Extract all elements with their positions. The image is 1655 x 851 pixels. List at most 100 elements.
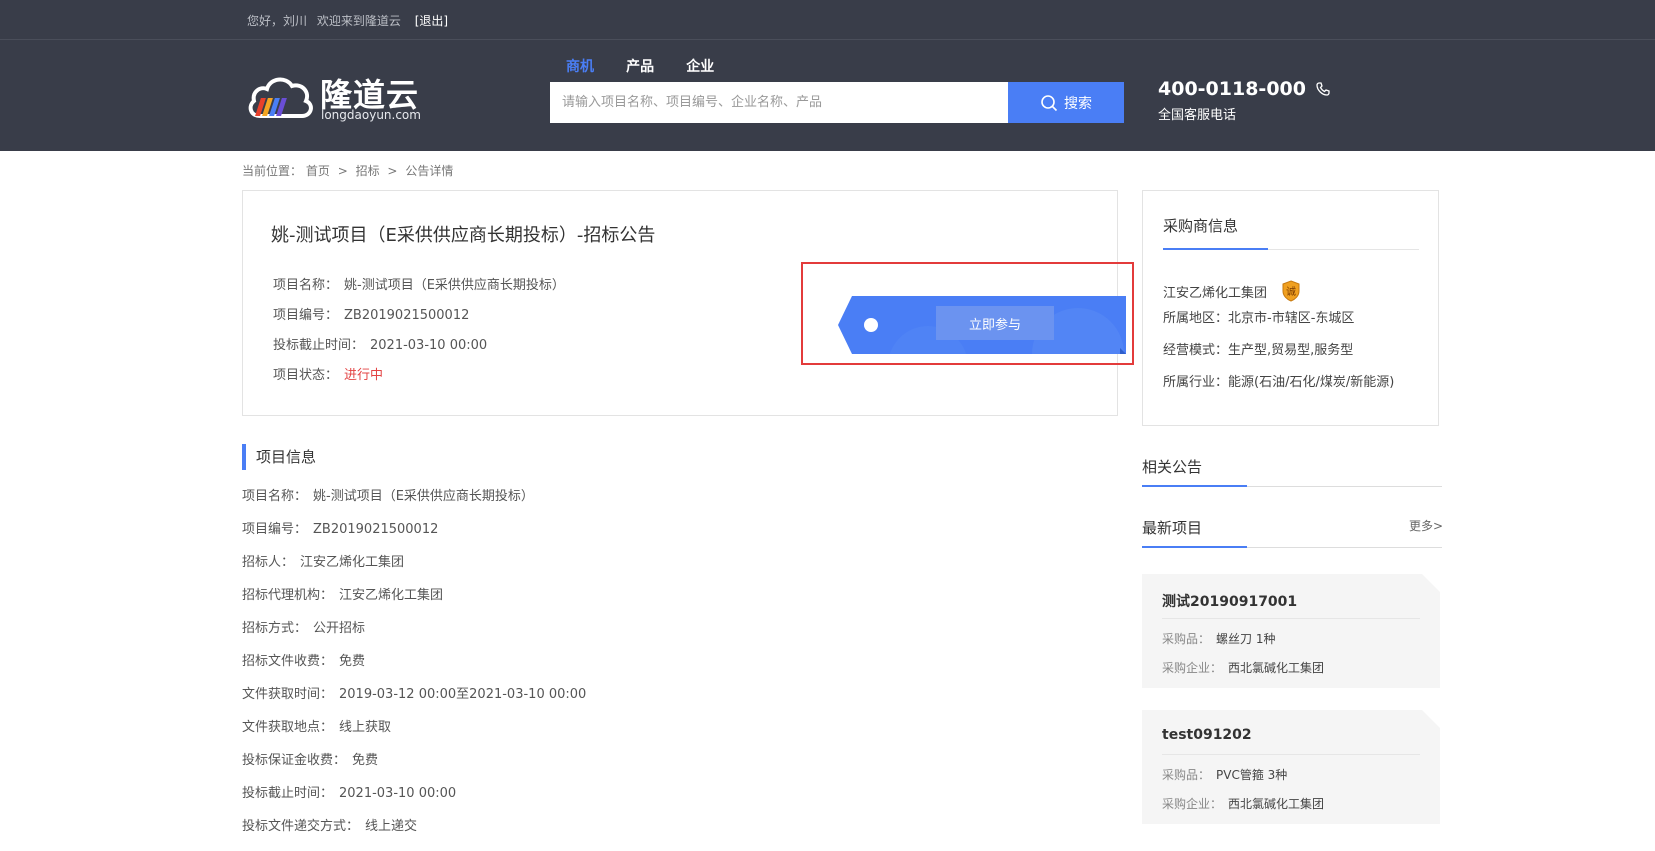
info-row: 投标截止时间： 2021-03-10 00:00 (242, 782, 586, 815)
info-value: ZB2019021500012 (313, 522, 439, 537)
cloud-logo-icon (248, 77, 313, 118)
info-value: 线上获取 (339, 720, 392, 735)
buyer-info-card: 采购商信息 江安乙烯化工集团 诚 所属地区：北京市-市辖区-东城区 经营模式：生… (1142, 190, 1439, 426)
main-nav: 商机 产品 企业 (566, 56, 742, 76)
buyer-value: 能源(石油/石化/煤炭/新能源) (1228, 375, 1395, 390)
project-item-row: 采购品： 螺丝刀 1种 (1162, 630, 1275, 647)
search-icon (1041, 94, 1058, 111)
info-value: 免费 (352, 753, 379, 768)
page-fold-corner (1422, 574, 1440, 592)
status-value: 进行中 (344, 368, 384, 383)
summary-row: 项目名称： 姚-测试项目（E采供供应商长期投标） (273, 279, 565, 309)
info-label: 文件获取地点： (242, 720, 334, 735)
logo-domain: longdaoyun.com (321, 108, 421, 122)
buyer-value: 北京市-市辖区-东城区 (1228, 311, 1355, 326)
buyer-label: 所属地区： (1163, 311, 1229, 326)
notice-summary: 项目名称： 姚-测试项目（E采供供应商长期投标） 项目编号： ZB201902150… (273, 279, 565, 399)
info-value: 线上递交 (365, 819, 418, 834)
info-value: 姚-测试项目（E采供供应商长期投标） (313, 489, 534, 504)
greeting-text: 您好，刘川 (247, 14, 308, 28)
service-phone: 400-0118-000 全国客服电话 (1158, 78, 1331, 123)
breadcrumb-prefix: 当前位置： (242, 164, 303, 178)
latest-projects-heading[interactable]: 最新项目 (1142, 517, 1202, 538)
breadcrumb-separator: > (387, 164, 398, 178)
project-title[interactable]: test091202 (1162, 727, 1252, 743)
buyer-label: 所属行业： (1163, 375, 1229, 390)
greeting-area: 您好，刘川 欢迎来到隆道云 [退出] (247, 12, 454, 29)
badge-text: 诚 (1286, 286, 1296, 298)
project-company-label: 采购企业： (1162, 797, 1223, 811)
search-input[interactable] (550, 82, 1008, 123)
info-label: 投标文件递交方式： (242, 819, 360, 834)
info-label: 招标人： (242, 555, 295, 570)
project-card[interactable]: test091202 采购品： PVC管箍 3种 采购企业： 西北氯碱化工集团 (1142, 710, 1440, 824)
project-item-value: PVC管箍 3种 (1216, 768, 1288, 782)
more-link[interactable]: 更多> (1409, 517, 1443, 534)
info-value: 2019-03-12 00:00至2021-03-10 00:00 (339, 687, 587, 702)
phone-icon (1315, 82, 1330, 96)
summary-label: 项目编号： (273, 308, 339, 323)
info-row: 招标代理机构： 江安乙烯化工集团 (242, 584, 586, 617)
project-item-row: 采购品： PVC管箍 3种 (1162, 766, 1287, 783)
site-logo[interactable]: 隆道云 longdaoyun.com (246, 68, 426, 124)
summary-label: 项目状态： (273, 368, 339, 383)
project-company-row: 采购企业： 西北氯碱化工集团 (1162, 659, 1324, 676)
phone-number: 400-0118-000 (1158, 78, 1306, 100)
buyer-row: 所属行业：能源(石油/石化/煤炭/新能源) (1163, 371, 1394, 403)
project-company-value: 西北氯碱化工集团 (1228, 797, 1325, 811)
summary-row: 投标截止时间： 2021-03-10 00:00 (273, 339, 565, 369)
summary-value: 2021-03-10 00:00 (370, 338, 488, 353)
tab-products[interactable]: 产品 (626, 56, 654, 76)
phone-label: 全国客服电话 (1158, 108, 1237, 123)
info-row: 投标文件递交方式： 线上递交 (242, 815, 586, 848)
search-box: 搜索 (550, 82, 1124, 123)
search-button[interactable]: 搜索 (1008, 82, 1124, 123)
tab-companies[interactable]: 企业 (686, 56, 714, 76)
buyer-value: 生产型,贸易型,服务型 (1228, 343, 1354, 358)
related-divider (1142, 485, 1442, 487)
info-value: 免费 (339, 654, 366, 669)
project-item-label: 采购品： (1162, 632, 1211, 646)
logout-link[interactable]: [退出] (415, 14, 448, 28)
info-label: 文件获取时间： (242, 687, 334, 702)
project-info-heading: 项目信息 (242, 444, 316, 470)
info-row: 招标方式： 公开招标 (242, 617, 586, 650)
buyer-heading-divider (1163, 248, 1419, 250)
buyer-company-name[interactable]: 江安乙烯化工集团 (1163, 282, 1267, 301)
buyer-company-row: 江安乙烯化工集团 诚 (1163, 275, 1394, 307)
info-label: 项目编号： (242, 522, 308, 537)
project-card[interactable]: 测试20190917001 采购品： 螺丝刀 1种 采购企业： 西北氯碱化工集团 (1142, 574, 1440, 688)
buyer-details: 江安乙烯化工集团 诚 所属地区：北京市-市辖区-东城区 经营模式：生产型,贸易型… (1163, 275, 1394, 403)
top-bar: 您好，刘川 欢迎来到隆道云 [退出] (0, 0, 1655, 40)
notice-title: 姚-测试项目（E采供供应商长期投标）-招标公告 (271, 225, 656, 246)
info-row: 投标保证金收费： 免费 (242, 749, 586, 782)
welcome-text: 欢迎来到隆道云 (316, 14, 401, 28)
summary-label: 投标截止时间： (273, 338, 365, 353)
related-notices-heading[interactable]: 相关公告 (1142, 456, 1202, 477)
related-accent (1142, 485, 1247, 487)
breadcrumb-tender[interactable]: 招标 (356, 164, 380, 178)
info-label: 项目名称： (242, 489, 308, 504)
info-value: 2021-03-10 00:00 (339, 786, 457, 801)
tab-business[interactable]: 商机 (566, 56, 594, 76)
summary-label: 项目名称： (273, 278, 339, 293)
project-divider (1162, 618, 1420, 619)
breadcrumb-home[interactable]: 首页 (306, 164, 330, 178)
info-label: 招标代理机构： (242, 588, 334, 603)
page-fold-corner (1422, 710, 1440, 728)
breadcrumb: 当前位置： 首页 > 招标 > 公告详情 (242, 162, 453, 179)
project-title[interactable]: 测试20190917001 (1162, 591, 1297, 611)
latest-divider (1142, 546, 1442, 548)
info-row: 文件获取时间： 2019-03-12 00:00至2021-03-10 00:00 (242, 683, 586, 716)
info-value: 公开招标 (313, 621, 366, 636)
search-button-label: 搜索 (1064, 94, 1092, 111)
breadcrumb-current: 公告详情 (405, 164, 454, 178)
info-label: 招标方式： (242, 621, 308, 636)
site-header: 隆道云 longdaoyun.com 商机 产品 企业 搜索 400-0118-… (0, 40, 1655, 151)
summary-value: ZB2019021500012 (344, 308, 470, 323)
info-row: 招标文件收费： 免费 (242, 650, 586, 683)
info-row: 招标人： 江安乙烯化工集团 (242, 551, 586, 584)
info-row: 项目编号： ZB2019021500012 (242, 518, 586, 551)
summary-value: 姚-测试项目（E采供供应商长期投标） (344, 278, 565, 293)
info-value: 江安乙烯化工集团 (339, 588, 444, 603)
